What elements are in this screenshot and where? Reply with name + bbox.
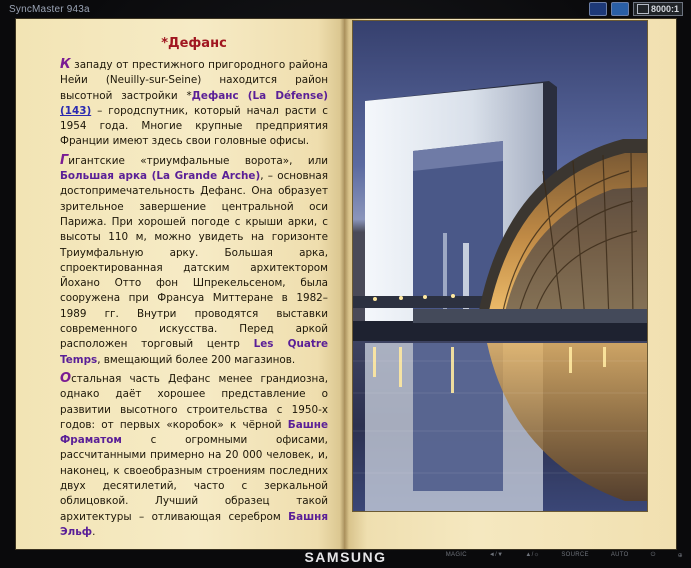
article-body: К западу от престижного пригородного рай… [60, 57, 328, 540]
article-text: игантские «триумфальные ворота», или [68, 154, 328, 167]
monitor-button-up[interactable]: ▲/☼ [525, 552, 539, 559]
monitor-bezel: SyncMaster 943a 8000:1 *Дефанс К западу … [0, 0, 691, 568]
monitor-button-down[interactable]: ◄/▼ [489, 552, 503, 559]
page-reference-link[interactable]: (143) [60, 105, 91, 117]
article-title: *Дефанс [161, 36, 227, 51]
article-text: , вмещающий более 200 магазинов. [97, 353, 296, 366]
article: *Дефанс К западу от престижного пригород… [60, 35, 328, 543]
monitor-power-icon[interactable]: ⏻ [651, 552, 656, 559]
monitor-badges: 8000:1 [588, 2, 683, 16]
contrast-ratio-badge: 8000:1 [632, 2, 683, 16]
energy-star-badge-icon [610, 2, 629, 16]
monitor-button-source[interactable]: SOURCE [561, 552, 588, 559]
monitor-button-auto[interactable]: AUTO [611, 552, 629, 559]
book-spine [340, 19, 349, 549]
article-text: , – основная достопримечательность Дефан… [60, 170, 328, 351]
article-text: – городспутник, который начал расти с 19… [60, 104, 328, 148]
article-link[interactable]: Дефанс (La Défense) [192, 90, 328, 102]
left-page[interactable]: *Дефанс К западу от престижного пригород… [16, 19, 344, 549]
contrast-ratio-badge-icon [636, 4, 649, 14]
article-paragraph: Остальная часть Дефанс менее грандиозна,… [60, 371, 328, 540]
monitor-extra-icon[interactable]: ⊕ [678, 552, 683, 559]
low-emission-badge-icon [588, 2, 607, 16]
article-paragraph: К западу от престижного пригородного рай… [60, 57, 328, 150]
monitor-model-label: SyncMaster 943a [9, 4, 90, 15]
article-link[interactable]: Большая арка (La Grande Arche) [60, 170, 260, 182]
la-defense-photo [352, 20, 648, 512]
article-text: с огромными офисами, рассчитанными приме… [60, 434, 328, 523]
dropcap-letter: О [60, 370, 72, 386]
dropcap-letter: К [60, 57, 71, 72]
contrast-ratio-text: 8000:1 [650, 4, 679, 14]
monitor-control-buttons: MAGIC ◄/▼ ▲/☼ SOURCE AUTO ⏻ ⊕ [446, 552, 683, 559]
article-paragraph: Гигантские «триумфальные ворота», или Бо… [60, 153, 328, 368]
article-text: . [92, 525, 96, 538]
monitor-button-magic[interactable]: MAGIC [446, 552, 467, 559]
